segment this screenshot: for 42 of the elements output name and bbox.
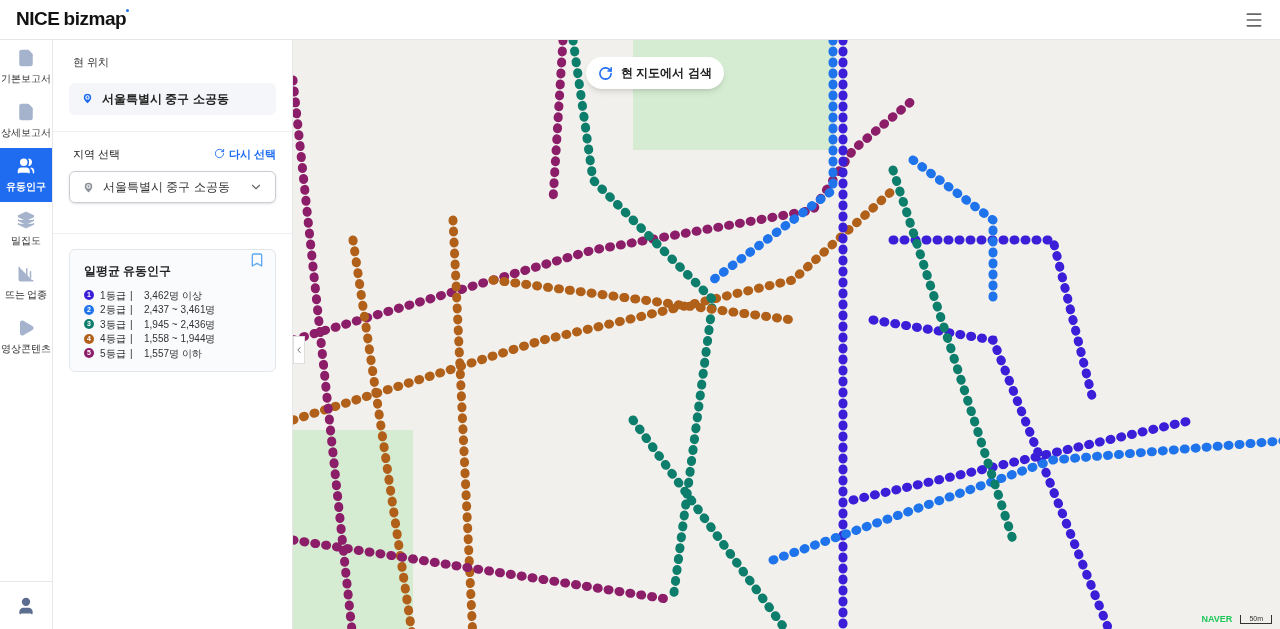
collapse-handle[interactable] bbox=[293, 336, 305, 364]
grade-label: 5등급 bbox=[100, 346, 127, 361]
grade-range: 3,462명 이상 bbox=[144, 288, 202, 303]
user-icon[interactable] bbox=[16, 595, 36, 616]
pin-icon bbox=[81, 92, 94, 105]
layers-icon bbox=[17, 210, 35, 229]
pin-icon bbox=[82, 180, 95, 194]
nav-item[interactable]: 영상콘텐츠 bbox=[0, 310, 52, 364]
grade-label: 2등급 bbox=[100, 303, 127, 318]
legend-title: 일평균 유동인구 bbox=[84, 263, 173, 280]
separator: | bbox=[130, 346, 134, 361]
document-icon bbox=[17, 48, 35, 67]
separator: | bbox=[130, 317, 134, 332]
people-icon bbox=[17, 156, 35, 175]
section-label: 현 위치 bbox=[73, 55, 111, 70]
grade-range: 2,437 ~ 3,461명 bbox=[144, 303, 216, 318]
chevron-left-icon bbox=[294, 345, 304, 355]
grade-range: 1,945 ~ 2,436명 bbox=[144, 317, 216, 332]
document-icon bbox=[17, 102, 35, 121]
grade-label: 1등급 bbox=[100, 288, 127, 303]
reset-button[interactable]: 다시 선택 bbox=[213, 145, 276, 162]
refresh-icon bbox=[598, 65, 613, 81]
grade-label: 4등급 bbox=[100, 332, 127, 347]
grade-range: 1,557명 이하 bbox=[144, 346, 202, 361]
current-location-field: 서울특별시 중구 소공동 bbox=[69, 82, 276, 115]
nav-item[interactable]: 상세보고서 bbox=[0, 94, 52, 148]
separator: | bbox=[130, 303, 134, 318]
play-icon bbox=[17, 318, 35, 337]
nav-item[interactable]: 밀집도 bbox=[0, 202, 52, 256]
grade-label: 3등급 bbox=[100, 317, 127, 332]
nav-item[interactable]: 기본보고서 bbox=[0, 40, 52, 94]
nav-item[interactable]: 유동인구 bbox=[0, 148, 52, 202]
logo[interactable]: NICE bizmap bbox=[16, 5, 130, 34]
refresh-icon bbox=[213, 148, 225, 160]
section-label: 지역 선택 bbox=[73, 146, 121, 162]
separator: | bbox=[130, 332, 134, 347]
search-map-button[interactable]: 현 지도에서 검색 bbox=[586, 57, 724, 89]
region-select[interactable]: 서울특별시 중구 소공동 bbox=[69, 171, 276, 203]
grade-range: 1,558 ~ 1,944명 bbox=[144, 332, 216, 347]
separator: | bbox=[130, 288, 134, 303]
map-provider-logo: NAVER bbox=[1201, 612, 1233, 626]
nav-item[interactable]: 뜨는 업종 bbox=[0, 256, 52, 310]
